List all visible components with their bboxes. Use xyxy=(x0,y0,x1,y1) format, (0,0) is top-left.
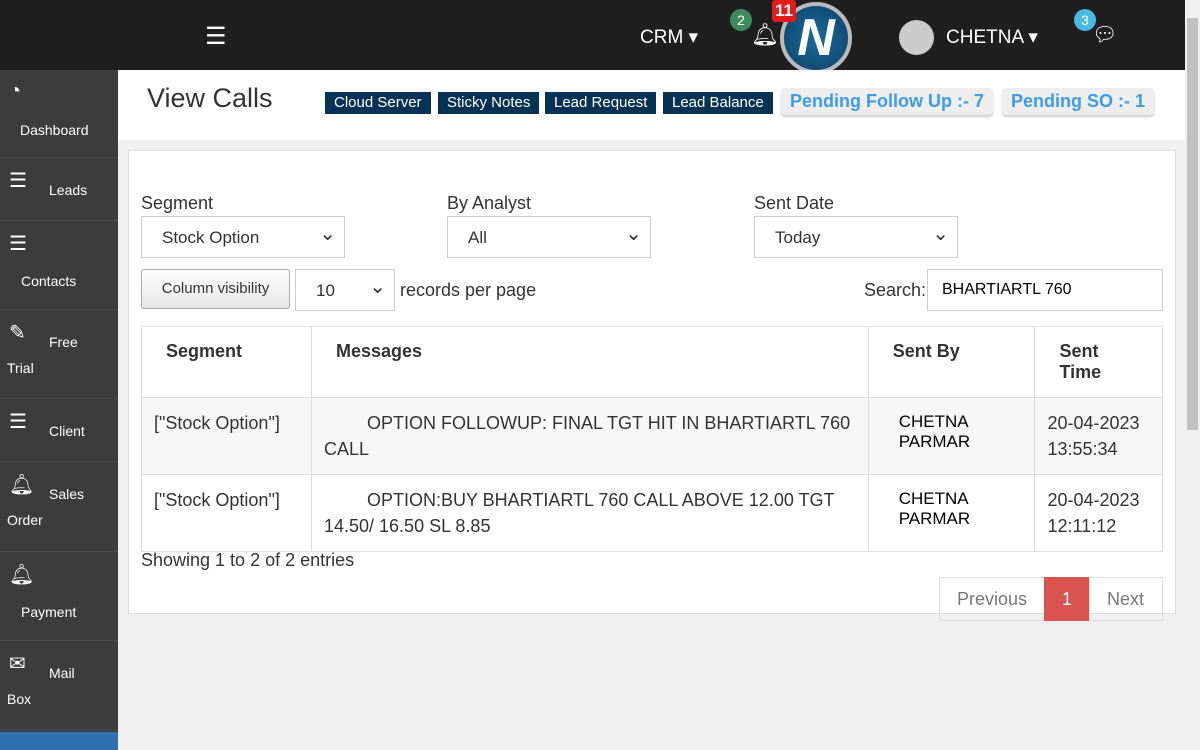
sidebar-item-label: Order xyxy=(7,512,43,528)
per-page-label: records per page xyxy=(400,280,537,300)
next-button[interactable]: Next xyxy=(1089,577,1163,621)
header-segment[interactable]: Segment xyxy=(141,326,312,398)
user-dropdown[interactable]: CHETNA ▾ xyxy=(946,26,1038,49)
notification-badge: 2 xyxy=(730,9,752,31)
pending-so-button[interactable]: Pending SO :- 1 xyxy=(1002,88,1155,115)
cell-message: OPTION FOLLOWUP: FINAL TGT HIT IN BHARTI… xyxy=(310,397,869,475)
column-visibility-button[interactable]: Column visibility xyxy=(141,269,290,309)
table-icon: ☰ xyxy=(9,170,27,192)
sidebar-item[interactable]: 🔔︎ Payment xyxy=(0,552,118,641)
sidebar-item-label: Box xyxy=(7,691,32,707)
sidebar-item-label: Leads xyxy=(49,182,88,198)
sidebar-item[interactable]: ✎ Free Trial xyxy=(0,310,118,399)
sidebar-item[interactable]: 🔔︎ Sales Order xyxy=(0,462,118,552)
sidebar-item[interactable]: ✉ Mail Box xyxy=(0,641,118,730)
calls-table: Segment Messages Sent By Sent Time ["Sto… xyxy=(141,326,1163,552)
sidebar-item[interactable]: ◔ Dashboard xyxy=(0,70,118,158)
sidebar-item-label: Payment xyxy=(21,604,77,620)
sidebar-item-label: Contacts xyxy=(21,273,77,289)
search-label: Search: xyxy=(864,280,927,300)
cloud-server-button[interactable]: Cloud Server xyxy=(325,92,431,114)
sidebar-item[interactable]: ☰ Client xyxy=(0,399,118,462)
segment-label: Segment xyxy=(141,193,214,213)
sidebar-item-label: Client xyxy=(49,423,85,439)
bell-icon: 🔔︎ xyxy=(9,474,35,496)
chat-icon[interactable]: 💬︎ xyxy=(1092,22,1117,47)
dashboard-icon: ◔ xyxy=(9,80,22,102)
edit-icon: ✎ xyxy=(9,322,26,344)
header-sent-by[interactable]: Sent By xyxy=(867,326,1036,398)
alert-badge: 11 xyxy=(772,0,796,22)
table-icon: ☰ xyxy=(9,411,27,433)
bell-icon: 🔔︎ xyxy=(9,564,35,586)
sidebar-item-label: Trial xyxy=(7,360,34,376)
crm-dropdown[interactable]: CRM ▾ xyxy=(640,26,698,49)
cell-segment: ["Stock Option"] xyxy=(141,397,312,475)
cell-sent-by: CHETNA PARMAR xyxy=(867,474,1036,552)
cell-sent-time: 20-04-2023 13:55:34 xyxy=(1034,397,1163,475)
pending-followup-button[interactable]: Pending Follow Up :- 7 xyxy=(781,88,993,115)
sidebar-item-label: Dashboard xyxy=(20,122,89,138)
cell-message: OPTION:BUY BHARTIARTL 760 CALL ABOVE 12.… xyxy=(310,474,869,552)
table-icon: ☰ xyxy=(9,233,27,255)
analyst-label: By Analyst xyxy=(447,193,532,213)
cell-segment: ["Stock Option"] xyxy=(141,474,312,552)
date-select[interactable]: Today xyxy=(754,216,958,258)
table-row: ["Stock Option"] OPTION:BUY BHARTIARTL 7… xyxy=(141,474,1163,552)
per-page-select[interactable]: 10 xyxy=(295,269,395,311)
previous-button[interactable]: Previous xyxy=(939,577,1045,621)
scrollbar[interactable] xyxy=(1185,0,1200,750)
sticky-notes-button[interactable]: Sticky Notes xyxy=(438,92,540,114)
sidebar-item-label: Free xyxy=(49,334,78,350)
menu-icon[interactable]: ☰ xyxy=(205,22,227,51)
table-header-row: Segment Messages Sent By Sent Time xyxy=(141,326,1163,398)
scrollbar-thumb[interactable] xyxy=(1187,18,1198,430)
sidebar-active-item[interactable] xyxy=(0,732,118,750)
sidebar-item[interactable]: ☰ Contacts xyxy=(0,221,118,310)
cell-sent-by: CHETNA PARMAR xyxy=(867,397,1036,475)
header-messages[interactable]: Messages xyxy=(310,326,869,398)
sidebar-item[interactable]: ☰ Leads xyxy=(0,158,118,221)
lead-request-button[interactable]: Lead Request xyxy=(545,92,657,114)
analyst-select[interactable]: All xyxy=(447,216,651,258)
sidebar-item-label: Mail xyxy=(49,665,75,681)
top-navbar: ☰ CRM ▾ 2 🔔︎ N 11 CHETNA ▾ 3 💬︎ xyxy=(0,0,1185,74)
page-header: View Calls Cloud Server Sticky Notes Lea… xyxy=(118,70,1185,140)
bell-icon[interactable]: 🔔︎ xyxy=(751,22,779,48)
header-sent-time[interactable]: Sent Time xyxy=(1034,326,1163,398)
avatar[interactable] xyxy=(899,20,934,55)
cell-sent-time: 20-04-2023 12:11:12 xyxy=(1034,474,1163,552)
mail-icon: ✉ xyxy=(9,653,26,675)
sidebar-item-label: Sales xyxy=(49,486,85,502)
segment-select[interactable]: Stock Option xyxy=(141,216,345,258)
table-row: ["Stock Option"] OPTION FOLLOWUP: FINAL … xyxy=(141,397,1163,475)
lead-balance-button[interactable]: Lead Balance xyxy=(663,92,773,114)
date-label: Sent Date xyxy=(754,193,835,213)
sidebar: ◔ Dashboard ☰ Leads ☰ Contacts ✎ Free Trial ☰ Clie… xyxy=(0,70,118,750)
search-input[interactable] xyxy=(927,269,1163,311)
table-info: Showing 1 to 2 of 2 entries xyxy=(141,550,355,570)
page-1-button[interactable]: 1 xyxy=(1044,577,1090,621)
page-title: View Calls xyxy=(147,83,273,113)
